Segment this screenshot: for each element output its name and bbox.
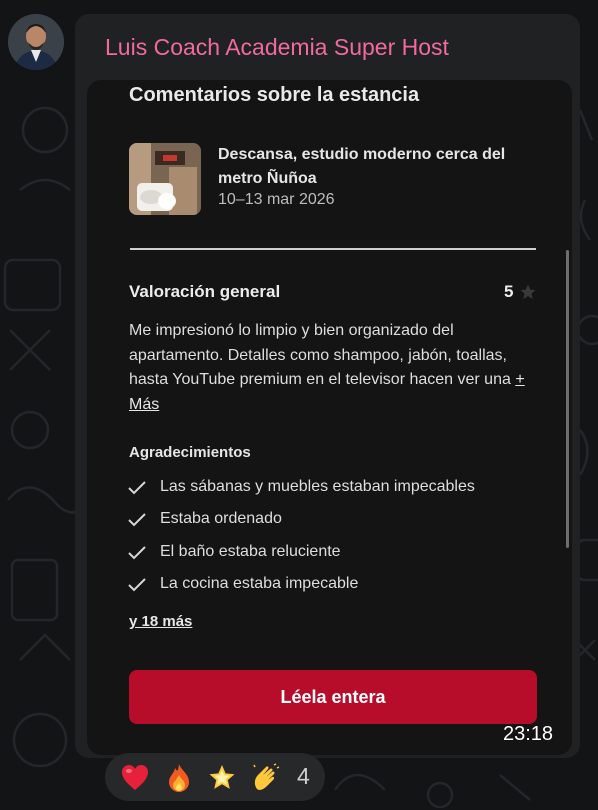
- read-full-review-button[interactable]: Léela entera: [129, 670, 537, 724]
- thanks-title: Agradecimientos: [129, 444, 251, 461]
- listing-dates: 10–13 mar 2026: [218, 191, 335, 208]
- thanks-item-label: Las sábanas y muebles estaban impecables: [160, 478, 475, 495]
- review-comment: Me impresionó lo limpio y bien organizad…: [129, 319, 544, 417]
- sender-avatar[interactable]: [8, 14, 64, 70]
- review-comment-text: Me impresionó lo limpio y bien organizad…: [129, 322, 511, 388]
- listing-name[interactable]: Descansa, estudio moderno cerca del metr…: [218, 143, 548, 191]
- check-icon: [128, 578, 146, 592]
- thanks-item-label: El baño estaba reluciente: [160, 542, 341, 560]
- review-card[interactable]: Comentarios sobre la estancia Descansa, …: [87, 80, 572, 755]
- section-divider: [130, 248, 536, 250]
- reactions-bar[interactable]: 4: [105, 753, 325, 801]
- thanks-item-label: La cocina estaba impecable: [160, 574, 359, 592]
- rating-value: 5: [504, 282, 514, 301]
- list-item: El baño estaba reluciente: [127, 537, 547, 569]
- star-icon: [520, 284, 536, 299]
- card-title: Comentarios sobre la estancia: [129, 84, 420, 106]
- reaction-count: 4: [297, 763, 310, 789]
- message-timestamp: 23:18: [503, 723, 554, 745]
- list-item: Las sábanas y muebles estaban impecables: [127, 472, 547, 504]
- rating-label: Valoración general: [129, 282, 281, 301]
- card-scrollbar[interactable]: [566, 250, 569, 548]
- list-item: Estaba ordenado: [127, 504, 547, 536]
- more-thanks-link[interactable]: y 18 más: [129, 613, 192, 630]
- clapping-hands-icon[interactable]: [251, 763, 281, 793]
- fire-icon[interactable]: [164, 763, 194, 793]
- thanks-list: Las sábanas y muebles estaban impecables…: [127, 472, 547, 601]
- thanks-item-label: Estaba ordenado: [160, 510, 282, 528]
- check-icon: [128, 545, 146, 560]
- listing-thumbnail: [129, 143, 201, 215]
- red-heart-icon[interactable]: [120, 763, 150, 793]
- glowing-star-icon[interactable]: [207, 763, 237, 793]
- message-bubble: Luis Coach Academia Super Host Comentari…: [75, 14, 580, 758]
- list-item: La cocina estaba impecable: [127, 569, 547, 601]
- check-icon: [128, 481, 146, 495]
- check-icon: [128, 513, 146, 527]
- sender-name[interactable]: Luis Coach Academia Super Host: [105, 34, 449, 61]
